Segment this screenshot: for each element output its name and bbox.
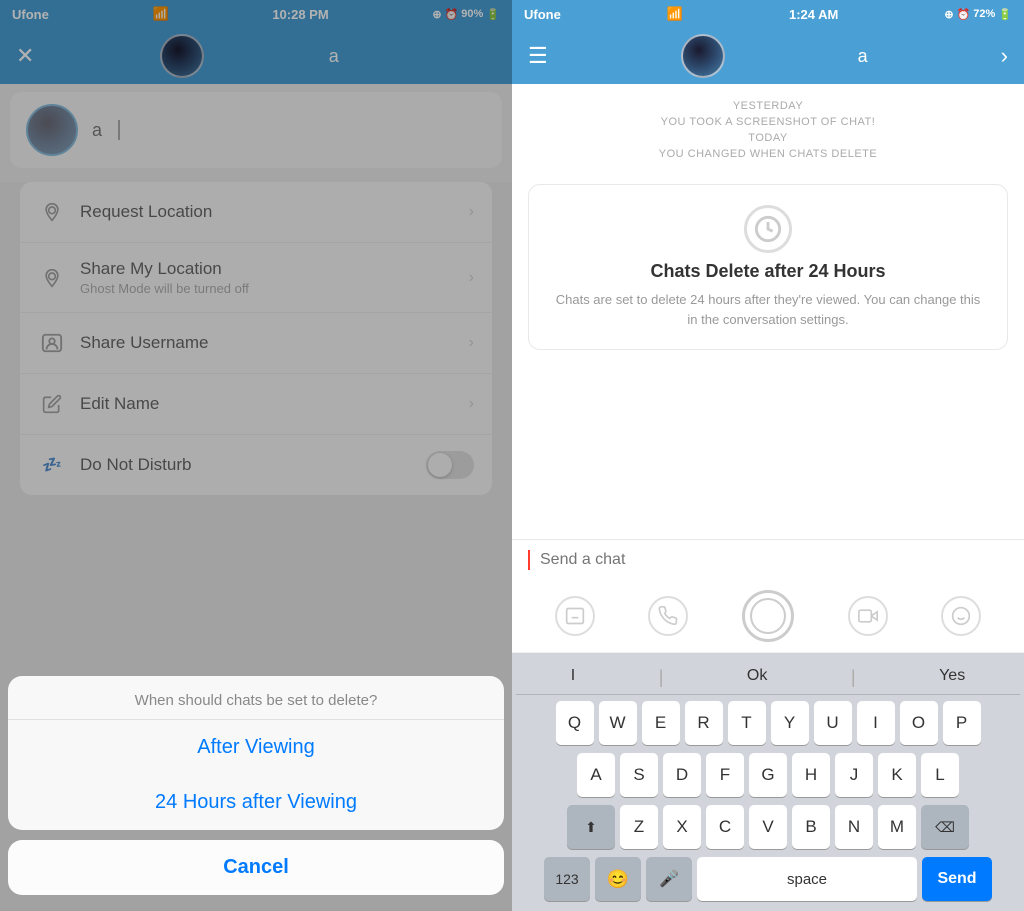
phone-icon[interactable] — [648, 596, 688, 636]
suggestion-i[interactable]: I — [561, 667, 585, 688]
num-key[interactable]: 123 — [544, 857, 590, 901]
keyboard-row-1: Q W E R T Y U I O P — [516, 701, 1020, 745]
action-sheet-options: When should chats be set to delete? Afte… — [8, 676, 504, 830]
key-g[interactable]: G — [749, 753, 787, 797]
keyboard-row-3: ⬆ Z X C V B N M ⌫ — [516, 805, 1020, 849]
key-m[interactable]: M — [878, 805, 916, 849]
key-d[interactable]: D — [663, 753, 701, 797]
clock-icon — [744, 205, 792, 253]
battery-icon-right: 🔋 — [998, 8, 1012, 21]
delete-card: Chats Delete after 24 Hours Chats are se… — [528, 184, 1008, 350]
system-msg-screenshot: YOU TOOK A SCREENSHOT OF CHAT! — [661, 116, 876, 128]
battery-right: 72% — [973, 8, 995, 20]
delete-key[interactable]: ⌫ — [921, 805, 969, 849]
key-z[interactable]: Z — [620, 805, 658, 849]
nav-chevron-icon[interactable]: › — [1001, 43, 1008, 69]
delete-card-description: Chats are set to delete 24 hours after t… — [549, 290, 987, 329]
keyboard-suggestions: I | Ok | Yes — [516, 661, 1020, 695]
status-icons-right: ⊕ ⏰ 72% 🔋 — [944, 8, 1012, 21]
system-msg-changed: YOU CHANGED WHEN CHATS DELETE — [659, 148, 877, 160]
key-n[interactable]: N — [835, 805, 873, 849]
nav-username-right: a — [858, 46, 868, 67]
key-h[interactable]: H — [792, 753, 830, 797]
shift-key[interactable]: ⬆ — [567, 805, 615, 849]
wifi-icon-right: 📶 — [667, 6, 683, 22]
key-i[interactable]: I — [857, 701, 895, 745]
system-msg-today: TODAY — [748, 132, 787, 144]
action-sheet-cancel[interactable]: Cancel — [8, 840, 504, 895]
key-x[interactable]: X — [663, 805, 701, 849]
video-icon[interactable] — [848, 596, 888, 636]
nav-bar-right: ☰ a › — [512, 28, 1024, 84]
chat-area: YESTERDAY YOU TOOK A SCREENSHOT OF CHAT!… — [512, 84, 1024, 539]
carrier-right: Ufone — [524, 7, 561, 22]
key-k[interactable]: K — [878, 753, 916, 797]
space-key[interactable]: space — [697, 857, 917, 901]
key-y[interactable]: Y — [771, 701, 809, 745]
right-panel: Ufone 📶 1:24 AM ⊕ ⏰ 72% 🔋 ☰ a › YESTERDA… — [512, 0, 1024, 911]
delete-card-title: Chats Delete after 24 Hours — [650, 261, 885, 282]
location-icon-right: ⊕ — [944, 8, 953, 21]
emoji-key[interactable]: 😊 — [595, 857, 641, 901]
keyboard: I | Ok | Yes Q W E R T Y U I O P A S D F… — [512, 653, 1024, 911]
hamburger-icon[interactable]: ☰ — [528, 43, 548, 69]
key-b[interactable]: B — [792, 805, 830, 849]
keyboard-row-4: 123 😊 🎤 space Send — [516, 857, 1020, 901]
time-right: 1:24 AM — [789, 7, 838, 22]
media-icons-row — [512, 580, 1024, 653]
key-t[interactable]: T — [728, 701, 766, 745]
action-sheet-title: When should chats be set to delete? — [8, 676, 504, 720]
key-q[interactable]: Q — [556, 701, 594, 745]
action-sheet-after-viewing[interactable]: After Viewing — [8, 720, 504, 775]
action-sheet-24hours[interactable]: 24 Hours after Viewing — [8, 775, 504, 830]
key-u[interactable]: U — [814, 701, 852, 745]
key-v[interactable]: V — [749, 805, 787, 849]
mic-key[interactable]: 🎤 — [646, 857, 692, 901]
system-msg-yesterday: YESTERDAY — [733, 100, 803, 112]
key-l[interactable]: L — [921, 753, 959, 797]
suggestion-yes[interactable]: Yes — [929, 667, 975, 688]
chat-input[interactable] — [540, 551, 1008, 569]
system-messages: YESTERDAY YOU TOOK A SCREENSHOT OF CHAT!… — [512, 84, 1024, 176]
cursor — [528, 550, 530, 570]
suggestion-ok[interactable]: Ok — [737, 667, 777, 688]
keyboard-row-2: A S D F G H J K L — [516, 753, 1020, 797]
key-j[interactable]: J — [835, 753, 873, 797]
action-sheet-overlay: When should chats be set to delete? Afte… — [0, 0, 512, 911]
key-r[interactable]: R — [685, 701, 723, 745]
action-sheet: When should chats be set to delete? Afte… — [0, 668, 512, 911]
key-c[interactable]: C — [706, 805, 744, 849]
nav-avatar-right — [681, 34, 725, 78]
key-s[interactable]: S — [620, 753, 658, 797]
key-o[interactable]: O — [900, 701, 938, 745]
sticker-icon[interactable] — [555, 596, 595, 636]
chat-input-area — [512, 539, 1024, 580]
emoji-icon-media[interactable] — [941, 596, 981, 636]
send-key[interactable]: Send — [922, 857, 992, 901]
key-f[interactable]: F — [706, 753, 744, 797]
key-p[interactable]: P — [943, 701, 981, 745]
camera-capture-icon[interactable] — [742, 590, 794, 642]
key-a[interactable]: A — [577, 753, 615, 797]
status-bar-right: Ufone 📶 1:24 AM ⊕ ⏰ 72% 🔋 — [512, 0, 1024, 28]
alarm-icon-right: ⏰ — [957, 8, 971, 21]
key-e[interactable]: E — [642, 701, 680, 745]
left-panel: Ufone 📶 10:28 PM ⊕ ⏰ 90% 🔋 ✕ a a — [0, 0, 512, 911]
key-w[interactable]: W — [599, 701, 637, 745]
